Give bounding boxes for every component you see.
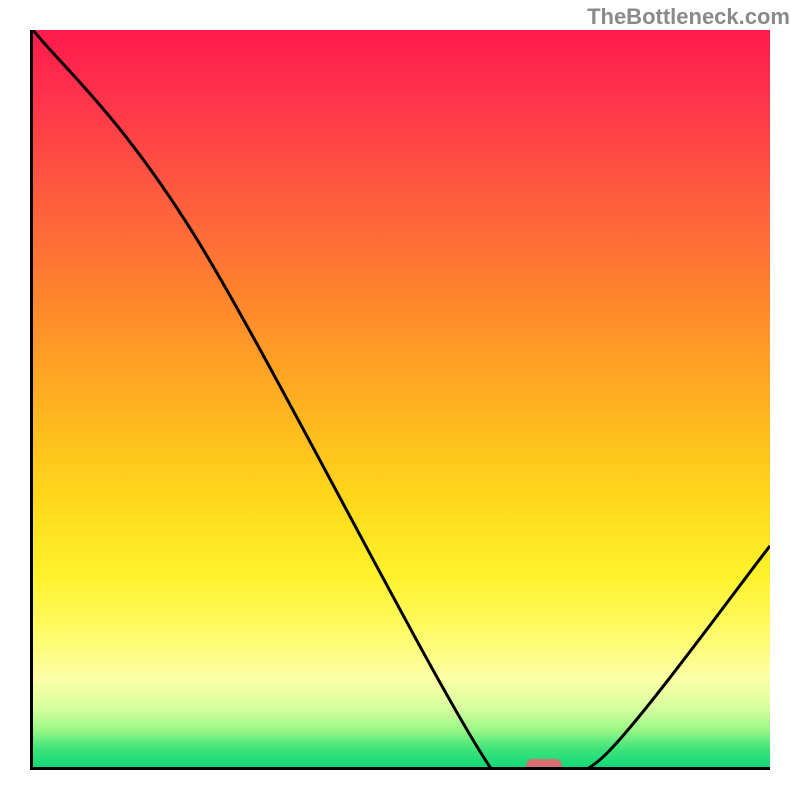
chart-marker-pill [526, 759, 562, 770]
chart-plot-area [30, 30, 770, 770]
attribution-text: TheBottleneck.com [587, 4, 790, 30]
chart-curve-path [33, 30, 770, 767]
chart-curve [33, 30, 770, 767]
